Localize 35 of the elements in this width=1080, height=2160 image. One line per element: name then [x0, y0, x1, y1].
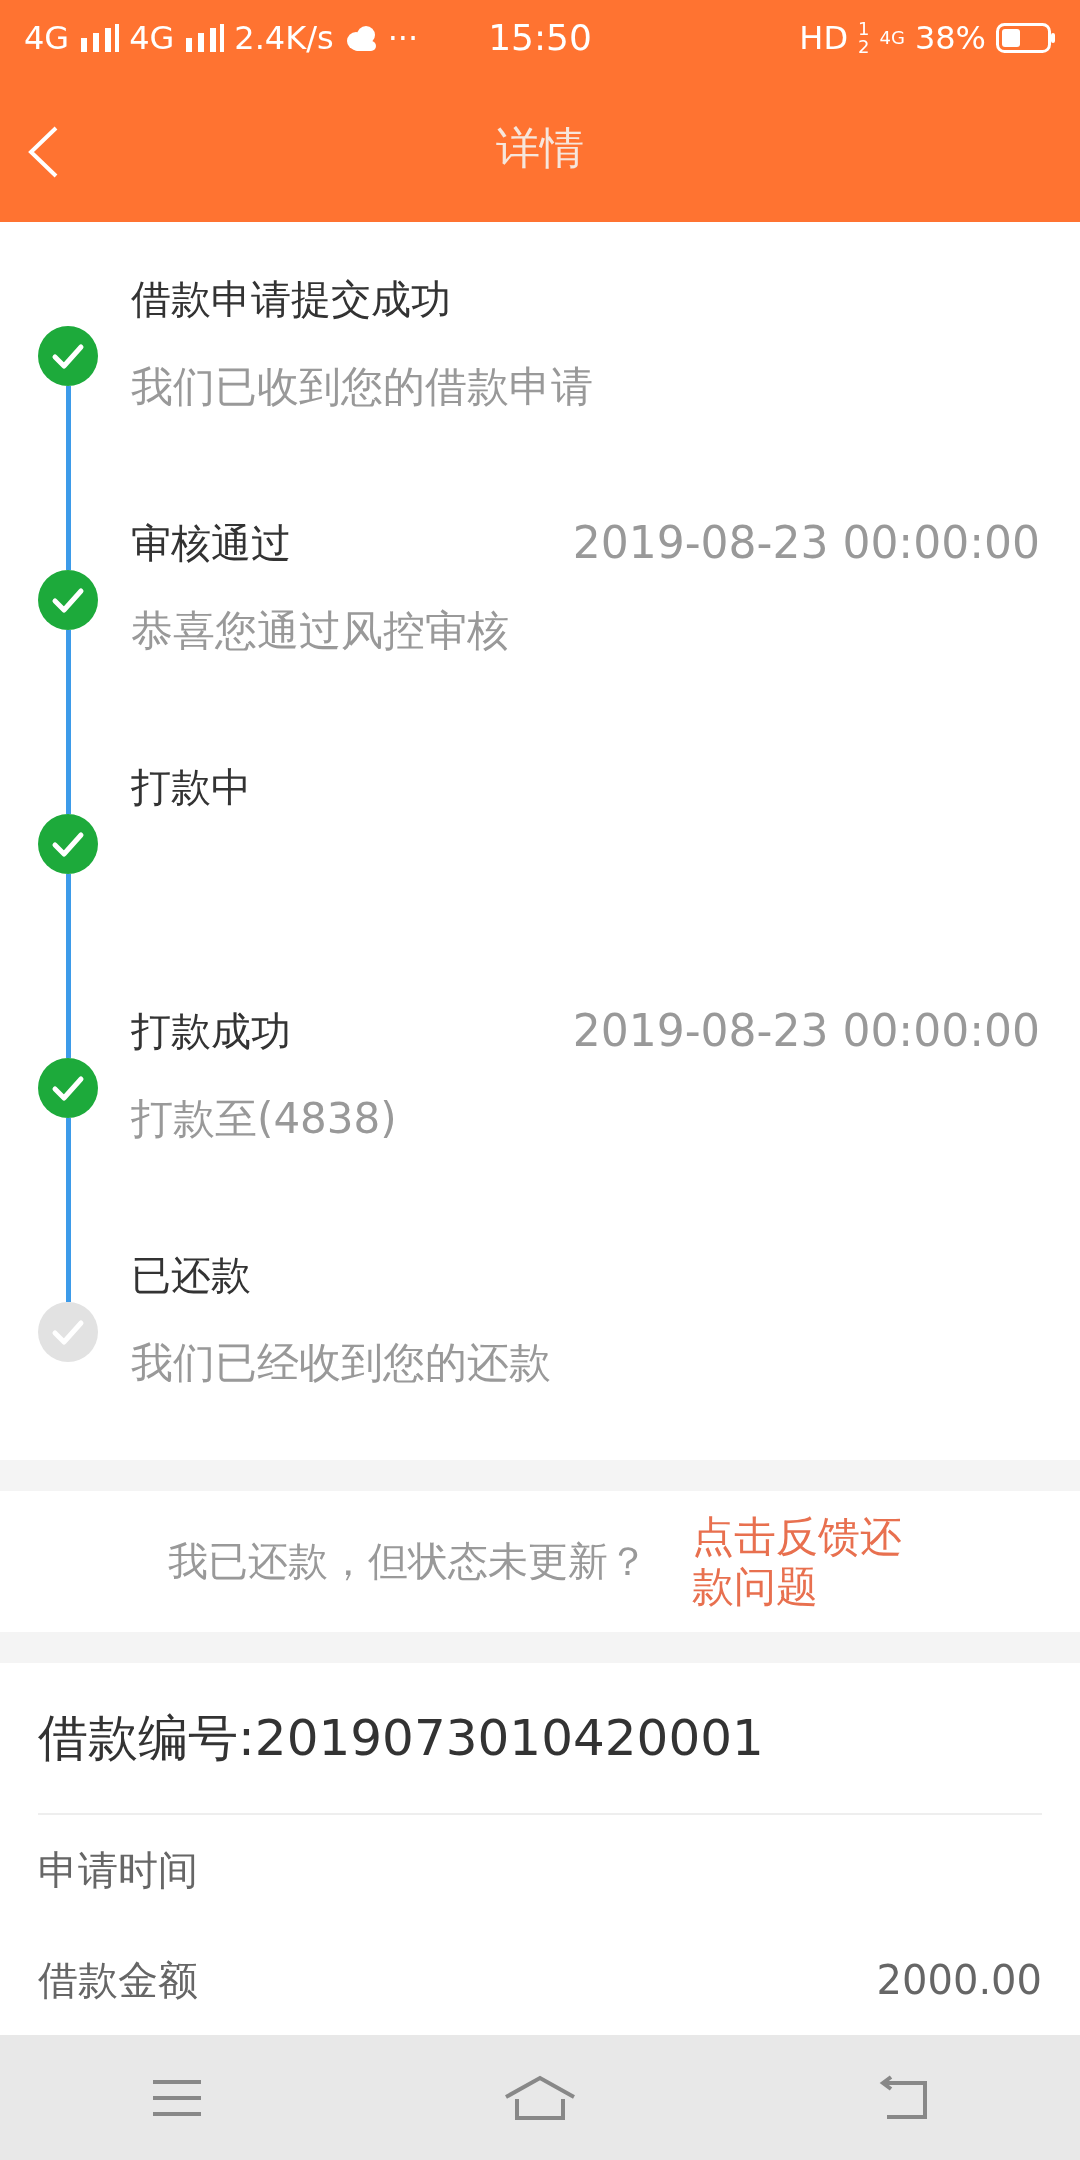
step-title: 打款中 — [131, 763, 252, 812]
loan-number: 借款编号:2019073010420001 — [38, 1663, 1042, 1815]
network-type: 4G — [129, 18, 175, 57]
step-time: 2019-08-23 00:00:00 — [572, 518, 1040, 568]
info-value: 2000.00 — [876, 1957, 1042, 2003]
home-icon[interactable] — [504, 2074, 576, 2121]
info-label: 申请时间 — [38, 1845, 198, 1895]
menu-icon[interactable] — [150, 2077, 203, 2118]
hd-label: HD — [799, 18, 848, 57]
step-description: 我们已经收到您的还款 — [131, 1338, 552, 1388]
step-description: 恭喜您通过风控审核 — [131, 606, 510, 656]
back-nav-icon[interactable] — [877, 2074, 930, 2121]
mobile-data-label: 4G — [879, 27, 905, 48]
signal-icon — [79, 23, 120, 52]
info-label: 借款金额 — [38, 1955, 198, 2005]
network-type: 4G — [24, 18, 70, 57]
feedback-question: 我已还款，但状态未更新？ — [168, 1537, 648, 1586]
step-title: 借款申请提交成功 — [131, 275, 452, 324]
battery-percent: 38% — [914, 18, 986, 57]
hd-sim-bottom: 2 — [858, 37, 870, 56]
back-icon[interactable] — [26, 125, 60, 179]
step-description: 我们已收到您的借款申请 — [131, 362, 594, 412]
feedback-link[interactable]: 点击反馈还款问题 — [692, 1511, 912, 1612]
step-title: 审核通过 — [131, 519, 292, 568]
signal-icon — [184, 23, 225, 52]
step-title: 打款成功 — [131, 1007, 292, 1056]
step-time: 2019-08-23 00:00:00 — [572, 1006, 1040, 1056]
page-title: 详情 — [496, 121, 584, 175]
step-title: 已还款 — [131, 1251, 252, 1300]
more-notifications: ··· — [387, 18, 419, 57]
step-description: 打款至(4838) — [131, 1094, 398, 1144]
clock: 15:50 — [488, 17, 592, 58]
hd-sim-top: 1 — [858, 19, 870, 38]
network-speed: 2.4K/s — [234, 18, 334, 57]
battery-icon — [996, 22, 1056, 53]
